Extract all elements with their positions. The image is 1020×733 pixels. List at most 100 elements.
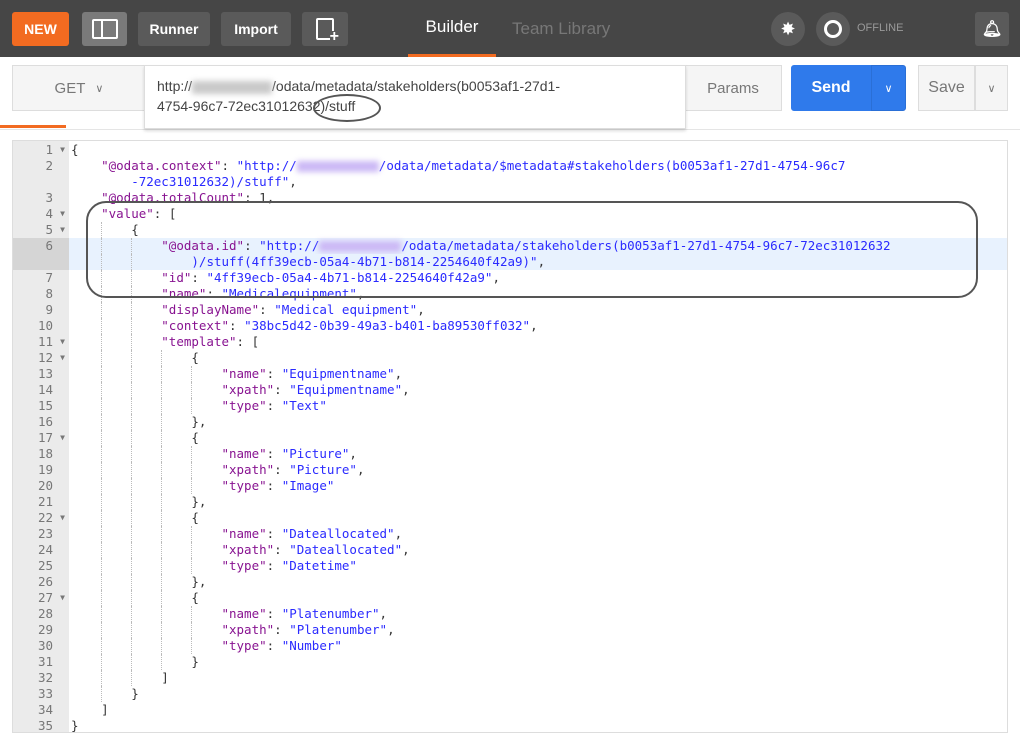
json-punctuation: { bbox=[191, 590, 199, 605]
import-button[interactable]: Import bbox=[221, 12, 291, 46]
json-string: "Picture" bbox=[289, 462, 357, 477]
indent-guide bbox=[101, 574, 131, 590]
fold-toggle-icon[interactable]: ▼ bbox=[60, 510, 65, 526]
response-body-editor[interactable]: 1 ▼{2 "@odata.context": "http:///odata/met… bbox=[12, 140, 1008, 733]
fold-toggle-icon[interactable]: ▼ bbox=[60, 334, 65, 350]
json-punctuation: : bbox=[266, 558, 282, 573]
save-options-button[interactable]: ∨ bbox=[975, 65, 1008, 111]
tab-builder[interactable]: Builder bbox=[408, 0, 496, 57]
json-punctuation: ] bbox=[101, 702, 109, 717]
line-number: 20 bbox=[13, 478, 69, 494]
notifications-button[interactable]: 🔔︎ bbox=[975, 12, 1009, 46]
json-string: "Dateallocated" bbox=[281, 526, 395, 541]
blurred-host bbox=[192, 80, 273, 94]
json-punctuation: , bbox=[417, 302, 425, 317]
indent-guide bbox=[161, 494, 191, 510]
sync-icon bbox=[824, 20, 842, 38]
code-line: 30 "type": "Number" bbox=[13, 638, 1007, 654]
code-text: }, bbox=[69, 414, 206, 430]
json-punctuation: : bbox=[266, 606, 282, 621]
indent-guide bbox=[161, 446, 191, 462]
new-window-button[interactable]: + bbox=[302, 12, 348, 46]
line-number-text: 18 bbox=[37, 446, 53, 461]
fold-toggle-icon[interactable]: ▼ bbox=[60, 350, 65, 366]
indent-guide bbox=[71, 222, 101, 238]
json-punctuation: { bbox=[71, 142, 79, 157]
line-number: 6 bbox=[13, 238, 69, 254]
indent-guide bbox=[131, 638, 161, 654]
json-punctuation: : bbox=[244, 190, 260, 205]
json-punctuation: }, bbox=[191, 574, 207, 589]
code-line: 22 ▼ { bbox=[13, 510, 1007, 526]
line-number-text: 28 bbox=[37, 606, 53, 621]
sync-status-button[interactable] bbox=[816, 12, 850, 46]
fold-toggle-icon[interactable]: ▼ bbox=[60, 222, 65, 238]
indent-guide bbox=[71, 654, 101, 670]
json-key: "name" bbox=[221, 446, 267, 461]
json-key: "id" bbox=[161, 270, 192, 285]
code-line: 24 "xpath": "Dateallocated", bbox=[13, 542, 1007, 558]
json-key: "name" bbox=[161, 286, 207, 301]
json-punctuation: }, bbox=[191, 494, 207, 509]
code-text: "xpath": "Platenumber", bbox=[69, 622, 395, 638]
sidebar-toggle-button[interactable] bbox=[82, 12, 127, 46]
fold-toggle-icon[interactable]: ▼ bbox=[60, 590, 65, 606]
runner-button[interactable]: Runner bbox=[138, 12, 210, 46]
indent-guide bbox=[131, 238, 161, 254]
line-number: 31 bbox=[13, 654, 69, 670]
indent-guide bbox=[131, 318, 161, 334]
line-number-text: 30 bbox=[37, 638, 53, 653]
indent-guide bbox=[101, 334, 131, 350]
code-text: } bbox=[69, 718, 79, 732]
code-line: 8 "name": "Medicalequipment", bbox=[13, 286, 1007, 302]
indent-guide bbox=[71, 302, 101, 318]
line-number: 28 bbox=[13, 606, 69, 622]
fold-toggle-icon[interactable]: ▼ bbox=[60, 430, 65, 446]
code-text: "name": "Dateallocated", bbox=[69, 526, 402, 542]
top-bar: NEW Runner Import + Builder Team Library… bbox=[0, 0, 1020, 57]
tab-team-library[interactable]: Team Library bbox=[512, 0, 610, 57]
json-string: -72ec31012632)/stuff" bbox=[131, 174, 290, 189]
line-number-text: 6 bbox=[45, 238, 53, 253]
fold-toggle-icon[interactable]: ▼ bbox=[60, 142, 65, 158]
line-number-text: 14 bbox=[37, 382, 53, 397]
satellite-icon: ✸ bbox=[780, 18, 796, 39]
indent-guide bbox=[71, 670, 101, 686]
line-number-text: 35 bbox=[37, 718, 53, 733]
fold-toggle-icon[interactable]: ▼ bbox=[60, 206, 65, 222]
indent-guide bbox=[71, 334, 101, 350]
code-line: 20 "type": "Image" bbox=[13, 478, 1007, 494]
line-number-text: 13 bbox=[37, 366, 53, 381]
indent-guide bbox=[131, 622, 161, 638]
indent-guide bbox=[161, 398, 191, 414]
json-string: /odata/metadata/stakeholders(b0053af1-27… bbox=[401, 238, 891, 253]
save-button[interactable]: Save bbox=[918, 65, 975, 111]
json-string: /odata/metadata/$metadata#stakeholders(b… bbox=[378, 158, 846, 173]
send-button[interactable]: Send bbox=[791, 65, 871, 111]
code-text: "id": "4ff39ecb-05a4-4b71-b814-2254640f4… bbox=[69, 270, 500, 286]
indent-guide bbox=[131, 398, 161, 414]
indent-guide bbox=[131, 430, 161, 446]
line-number: 27 ▼ bbox=[13, 590, 69, 606]
indent-guide bbox=[131, 478, 161, 494]
send-options-button[interactable]: ∨ bbox=[871, 65, 906, 111]
line-number-text: 24 bbox=[37, 542, 53, 557]
params-button[interactable]: Params bbox=[684, 65, 782, 111]
code-text: "name": "Picture", bbox=[69, 446, 357, 462]
indent-guide bbox=[191, 462, 221, 478]
line-number-text: 29 bbox=[37, 622, 53, 637]
indent-guide bbox=[131, 590, 161, 606]
url-input[interactable]: http:// /odata/metadata/stakeholders(b005… bbox=[144, 65, 686, 129]
interceptor-button[interactable]: ✸ bbox=[771, 12, 805, 46]
line-number: 1 ▼ bbox=[13, 142, 69, 158]
indent-guide bbox=[71, 398, 101, 414]
code-text: "type": "Image" bbox=[69, 478, 334, 494]
indent-guide bbox=[101, 430, 131, 446]
indent-guide bbox=[131, 446, 161, 462]
json-key: "xpath" bbox=[221, 622, 275, 637]
indent-guide bbox=[131, 350, 161, 366]
line-number-text: 4 bbox=[45, 206, 53, 221]
method-select[interactable]: GET ∨ bbox=[12, 65, 146, 111]
line-number-text: 1 bbox=[45, 142, 53, 157]
new-button[interactable]: NEW bbox=[12, 12, 69, 46]
